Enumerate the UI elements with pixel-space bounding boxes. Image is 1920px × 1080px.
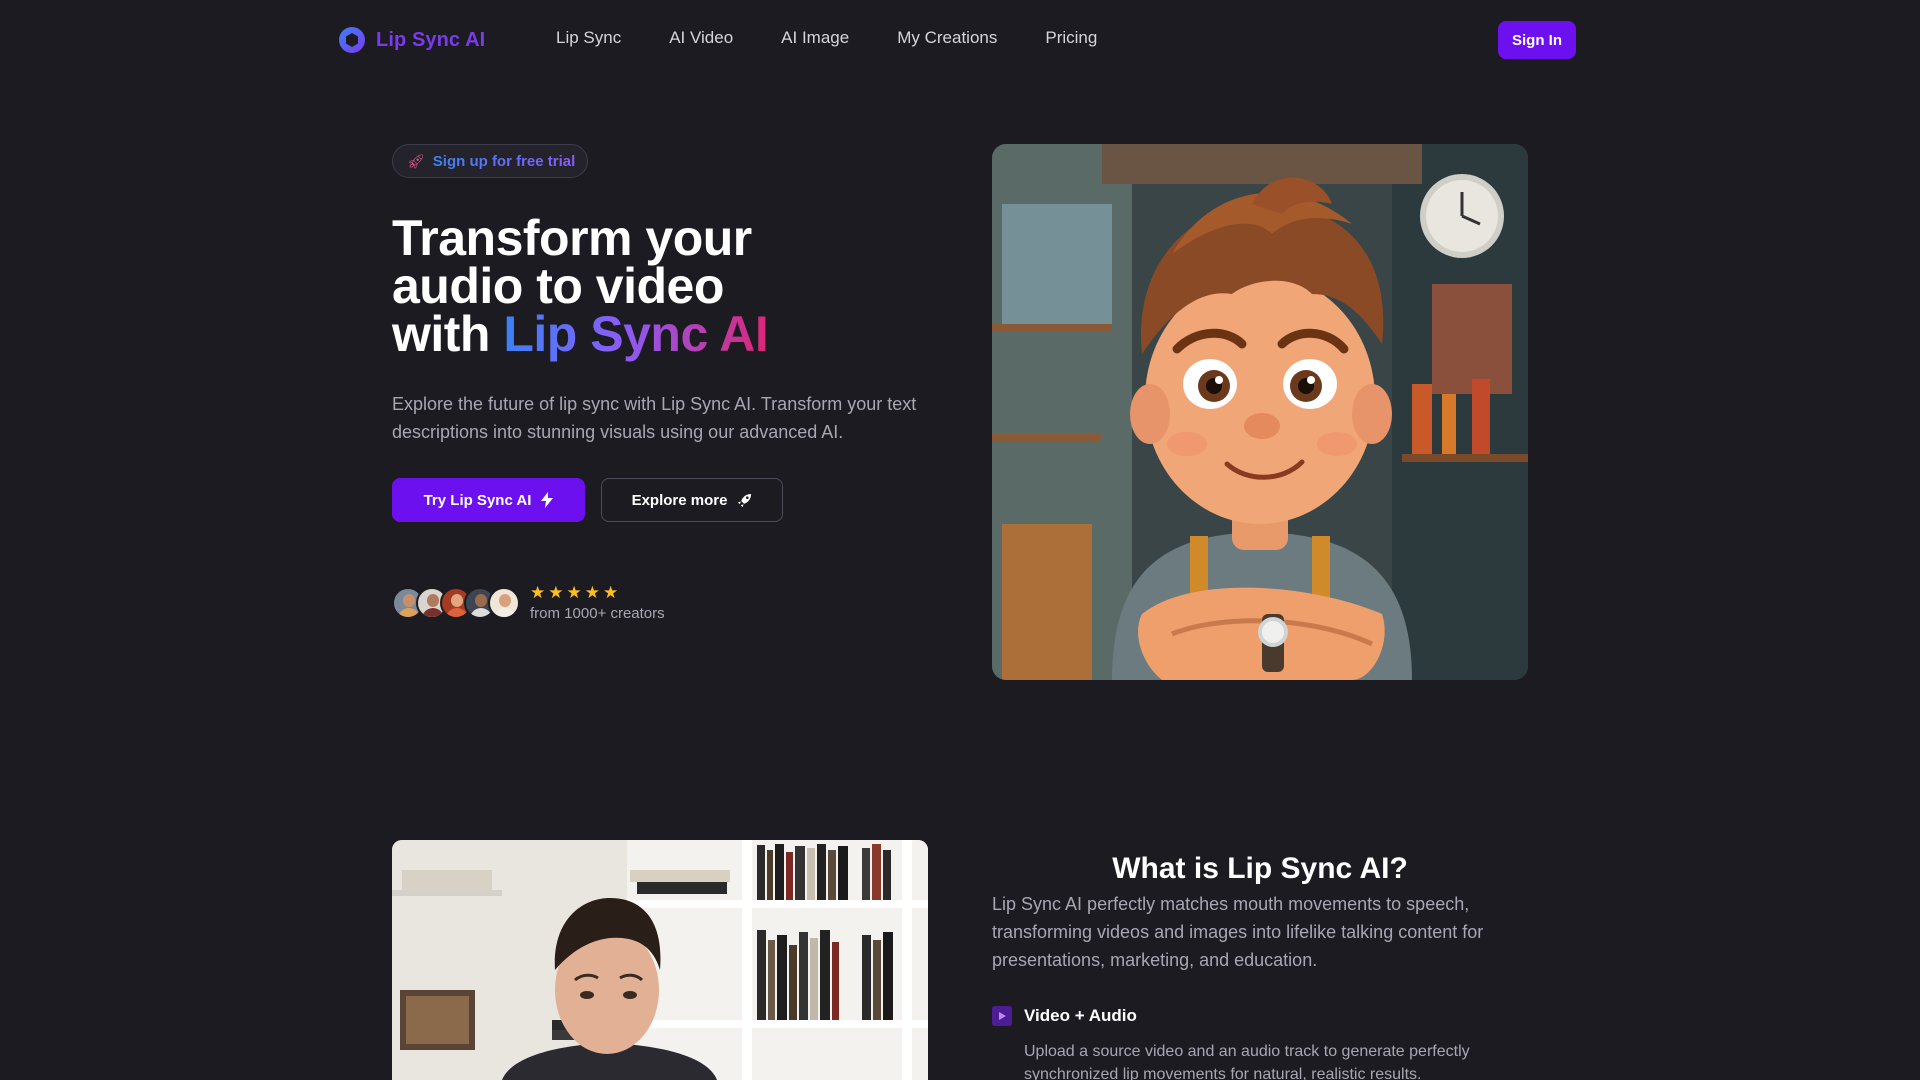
star-icon: ★: [603, 583, 619, 602]
rating: ★ ★ ★ ★ ★ from 1000+ creators: [530, 584, 665, 623]
rocket-icon: [738, 493, 752, 507]
hero-description: Explore the future of lip sync with Lip …: [392, 394, 917, 442]
hero-cartoon-image: [992, 144, 1528, 680]
sign-in-button[interactable]: Sign In: [1498, 21, 1576, 59]
nav-link-ai-video[interactable]: AI Video: [669, 28, 733, 48]
presenter-photo: [392, 840, 928, 1080]
nav-links: Lip Sync AI Video AI Image My Creations …: [556, 28, 1097, 48]
about-title: What is Lip Sync AI?: [1112, 852, 1408, 885]
social-proof: ★ ★ ★ ★ ★ from 1000+ creators: [392, 584, 665, 622]
about-description: Lip Sync AI perfectly matches mouth move…: [992, 894, 1484, 970]
cartoon-boy-illustration: [992, 144, 1528, 680]
top-nav: Lip Sync AI Lip Sync AI Video AI Image M…: [0, 0, 1920, 80]
brand-name: Lip Sync AI: [376, 28, 486, 51]
explore-more-button[interactable]: Explore more: [601, 478, 783, 522]
hero-title-prefix: with: [392, 306, 504, 362]
try-lip-sync-label: Try Lip Sync AI: [423, 491, 532, 509]
free-trial-text: Sign up for free trial: [432, 152, 576, 170]
creator-avatars: [392, 587, 520, 619]
nav-link-my-creations[interactable]: My Creations: [897, 28, 997, 48]
avatar: [488, 587, 520, 619]
feature-description: Upload a source video and an audio track…: [1024, 1043, 1470, 1080]
nav-link-ai-image[interactable]: AI Image: [781, 28, 849, 48]
presenter-illustration: [392, 840, 928, 1080]
rocket-icon: 🚀︎: [407, 153, 425, 169]
bolt-icon: [541, 492, 554, 508]
free-trial-badge[interactable]: 🚀︎ Sign up for free trial: [392, 144, 589, 178]
star-icon: ★: [530, 583, 546, 602]
star-rating: ★ ★ ★ ★ ★: [530, 584, 665, 602]
feature-video-audio: Video + Audio Upload a source video and …: [992, 1006, 1532, 1080]
page: Lip Sync AI Lip Sync AI Video AI Image M…: [0, 0, 1920, 1080]
brand-logo[interactable]: Lip Sync AI: [338, 26, 485, 54]
hero-title: Transform your audio to video with Lip S…: [392, 213, 952, 359]
feature-header: Video + Audio: [992, 1006, 1532, 1026]
explore-more-label: Explore more: [631, 491, 728, 509]
star-icon: ★: [566, 583, 582, 602]
rating-text: from 1000+ creators: [530, 605, 665, 622]
try-lip-sync-button[interactable]: Try Lip Sync AI: [392, 478, 585, 522]
hero-title-highlight: Lip Sync AI: [503, 306, 769, 362]
star-icon: ★: [548, 583, 564, 602]
star-icon: ★: [584, 583, 600, 602]
nav-link-pricing[interactable]: Pricing: [1045, 28, 1097, 48]
feature-title: Video + Audio: [1024, 1006, 1137, 1025]
hexagon-logo-icon: [339, 27, 365, 53]
play-square-icon: [992, 1006, 1012, 1026]
nav-link-lip-sync[interactable]: Lip Sync: [556, 28, 621, 48]
